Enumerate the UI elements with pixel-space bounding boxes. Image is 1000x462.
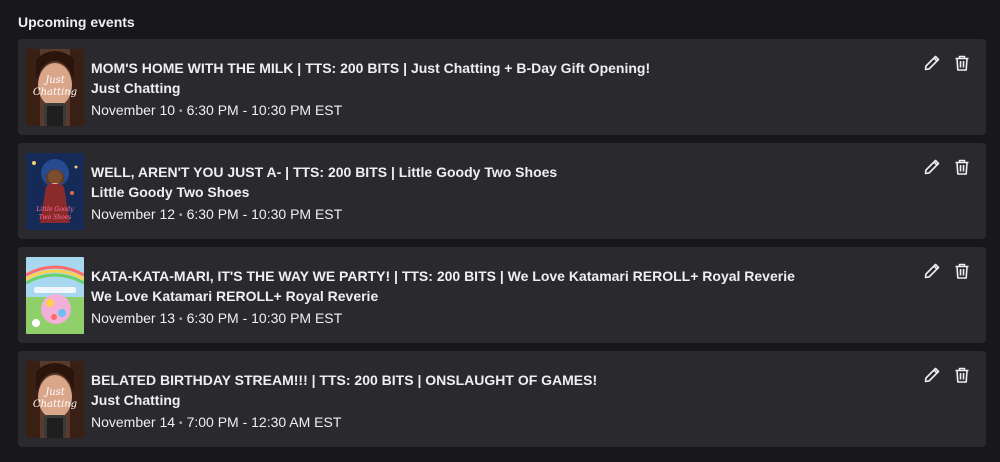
delete-button[interactable]: [954, 367, 970, 383]
event-schedule: November 14 • 7:00 PM - 12:30 AM EST: [91, 413, 906, 433]
event-date: November 12: [91, 206, 176, 222]
event-title[interactable]: KATA-KATA-MARI, IT'S THE WAY WE PARTY! |…: [91, 267, 906, 285]
separator-dot: •: [179, 210, 183, 221]
pencil-icon: [924, 55, 940, 71]
event-category[interactable]: We Love Katamari REROLL+ Royal Reverie: [91, 287, 906, 305]
event-time: 6:30 PM - 10:30 PM EST: [186, 102, 343, 118]
just-chatting-cover: Just Chatting: [26, 49, 84, 126]
pencil-icon: [924, 263, 940, 279]
event-date: November 13: [91, 310, 176, 326]
event-date: November 14: [91, 414, 176, 430]
just-chatting-cover: Just Chatting: [26, 361, 84, 438]
edit-button[interactable]: [924, 263, 940, 279]
we-love-katamari-cover: [26, 257, 84, 334]
delete-button[interactable]: [954, 55, 970, 71]
trash-icon: [955, 367, 969, 383]
pencil-icon: [924, 367, 940, 383]
event-time: 6:30 PM - 10:30 PM EST: [186, 206, 343, 222]
separator-dot: •: [179, 106, 183, 117]
event-title[interactable]: WELL, AREN'T YOU JUST A- | TTS: 200 BITS…: [91, 163, 906, 181]
event-category[interactable]: Little Goody Two Shoes: [91, 183, 906, 201]
svg-text:Little Goody: Little Goody: [35, 206, 74, 213]
event-card: KATA-KATA-MARI, IT'S THE WAY WE PARTY! |…: [18, 247, 986, 343]
event-title[interactable]: BELATED BIRTHDAY STREAM!!! | TTS: 200 BI…: [91, 371, 906, 389]
event-schedule: November 10 • 6:30 PM - 10:30 PM EST: [91, 101, 906, 121]
trash-icon: [955, 263, 969, 279]
svg-text:Just: Just: [43, 387, 66, 398]
event-thumbnail[interactable]: Little Goody Two Shoes: [26, 153, 84, 230]
event-schedule: November 12 • 6:30 PM - 10:30 PM EST: [91, 205, 906, 225]
separator-dot: •: [179, 418, 183, 429]
event-info: KATA-KATA-MARI, IT'S THE WAY WE PARTY! |…: [91, 267, 906, 329]
trash-icon: [955, 55, 969, 71]
svg-text:Just: Just: [43, 75, 66, 86]
delete-button[interactable]: [954, 159, 970, 175]
event-card: Little Goody Two Shoes WELL, AREN'T YOU …: [18, 143, 986, 239]
event-date: November 10: [91, 102, 176, 118]
event-info: WELL, AREN'T YOU JUST A- | TTS: 200 BITS…: [91, 163, 906, 225]
event-category[interactable]: Just Chatting: [91, 79, 906, 97]
svg-text:Chatting: Chatting: [33, 399, 77, 410]
event-card: Just Chatting MOM'S HOME WITH THE MILK |…: [18, 39, 986, 135]
event-thumbnail[interactable]: Just Chatting: [26, 361, 84, 438]
svg-text:Two Shoes: Two Shoes: [39, 214, 72, 221]
edit-button[interactable]: [924, 159, 940, 175]
event-actions: [924, 263, 970, 279]
event-thumbnail[interactable]: Just Chatting: [26, 49, 84, 126]
event-category[interactable]: Just Chatting: [91, 391, 906, 409]
event-actions: [924, 159, 970, 175]
event-actions: [924, 367, 970, 383]
events-list: Just Chatting MOM'S HOME WITH THE MILK |…: [18, 39, 986, 455]
event-info: MOM'S HOME WITH THE MILK | TTS: 200 BITS…: [91, 59, 906, 121]
event-info: BELATED BIRTHDAY STREAM!!! | TTS: 200 BI…: [91, 371, 906, 433]
pencil-icon: [924, 159, 940, 175]
edit-button[interactable]: [924, 55, 940, 71]
event-title[interactable]: MOM'S HOME WITH THE MILK | TTS: 200 BITS…: [91, 59, 906, 77]
event-time: 7:00 PM - 12:30 AM EST: [186, 414, 342, 430]
event-actions: [924, 55, 970, 71]
delete-button[interactable]: [954, 263, 970, 279]
section-title: Upcoming events: [18, 14, 135, 30]
event-schedule: November 13 • 6:30 PM - 10:30 PM EST: [91, 309, 906, 329]
event-time: 6:30 PM - 10:30 PM EST: [186, 310, 343, 326]
svg-text:Chatting: Chatting: [33, 87, 77, 98]
event-card: Just Chatting BELATED BIRTHDAY STREAM!!!…: [18, 351, 986, 447]
event-thumbnail[interactable]: [26, 257, 84, 334]
edit-button[interactable]: [924, 367, 940, 383]
separator-dot: •: [179, 314, 183, 325]
trash-icon: [955, 159, 969, 175]
little-goody-two-shoes-cover: Little Goody Two Shoes: [26, 153, 84, 230]
